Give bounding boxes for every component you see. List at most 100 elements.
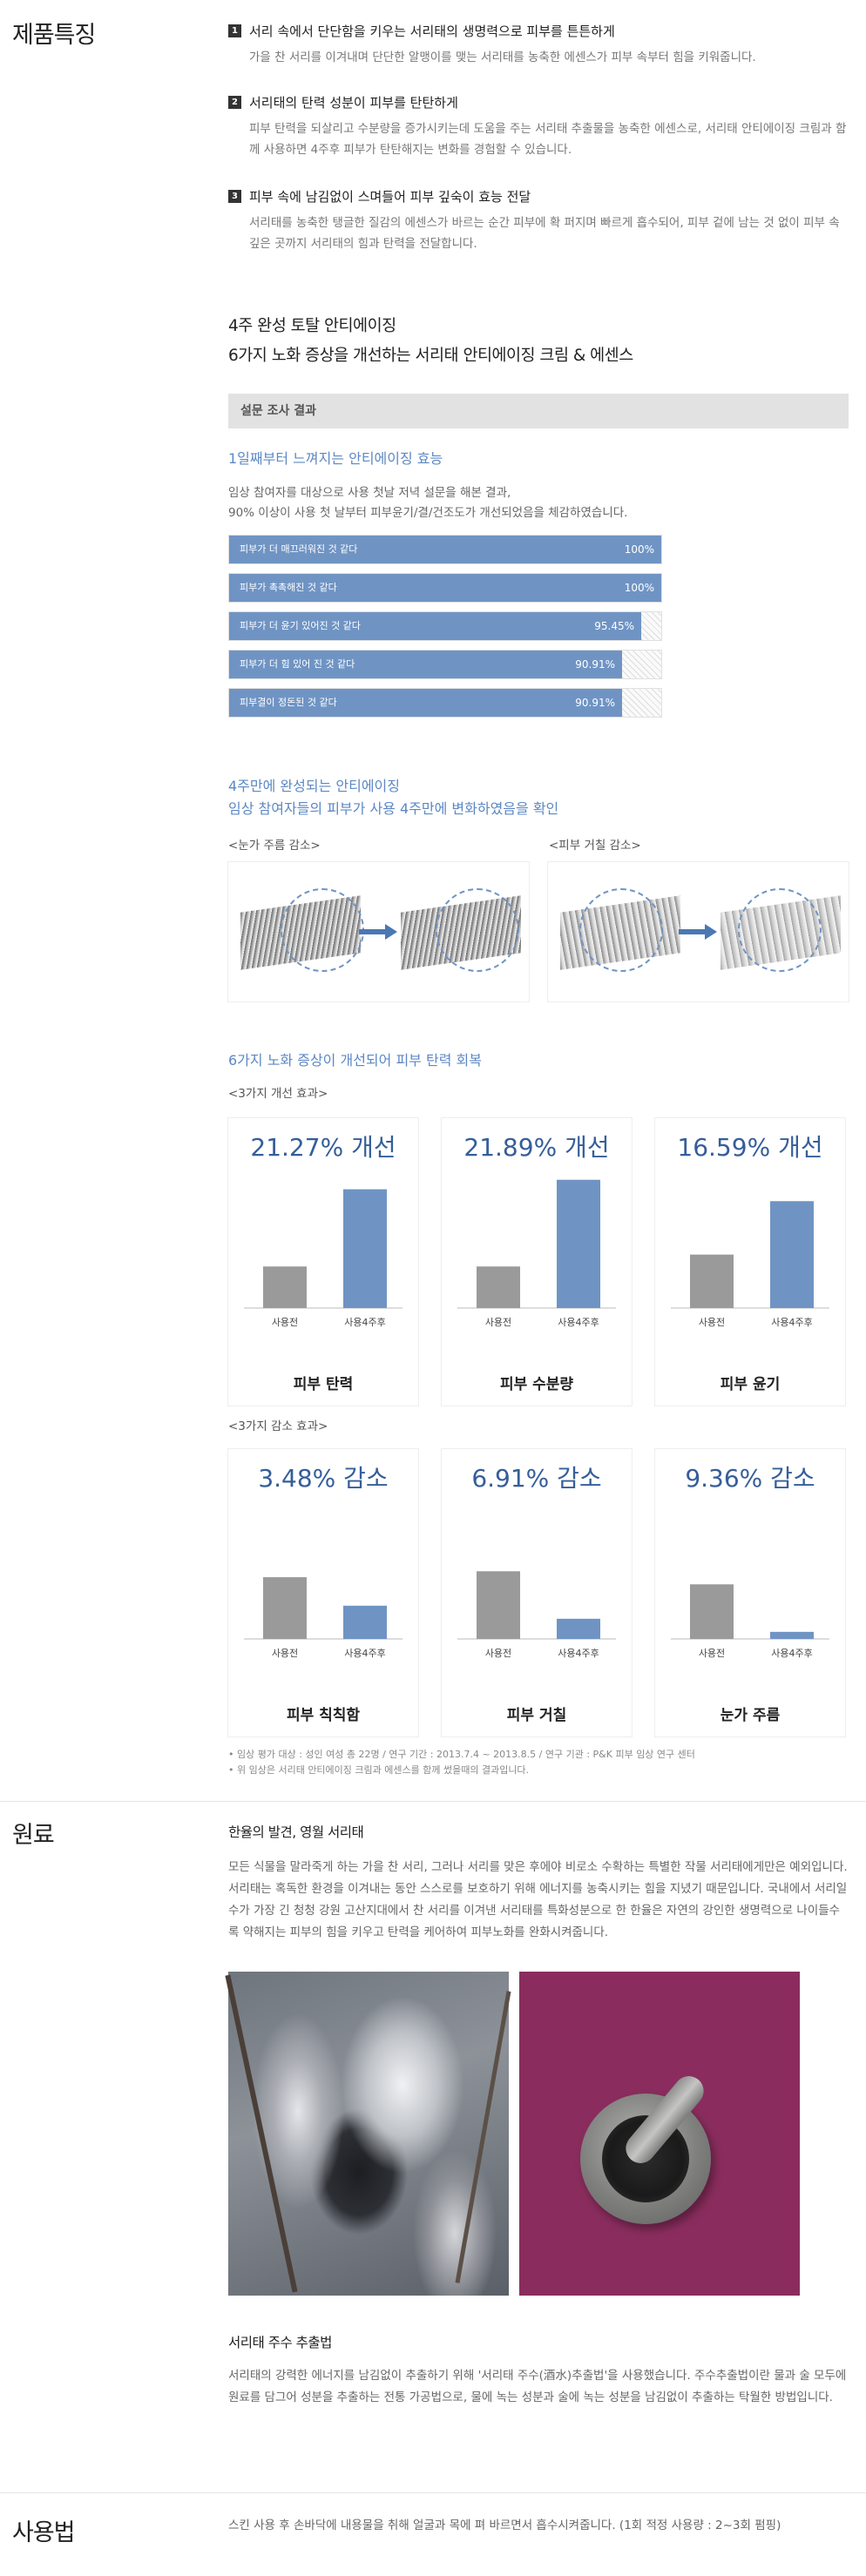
method-desc: 서리태의 강력한 에너지를 남김없이 추출하기 위해 '서리태 주수(酒水)추출… xyxy=(228,2369,847,2404)
feature-title: 서리태의 탄력 성분이 피부를 탄탄하게 xyxy=(249,95,458,111)
feature-item-2: 2 서리태의 탄력 성분이 피부를 탄탄하게 피부 탄력을 되살리고 수분량을 … xyxy=(228,94,849,160)
bar-chart: 사용전 사용4주후 xyxy=(244,1189,403,1328)
mortar-pestle-photo xyxy=(519,1972,800,2296)
feature-item-3: 3 피부 속에 남김없이 스며들어 피부 깊숙이 효능 전달 서리태를 농축한 … xyxy=(228,188,849,254)
headline-line2: 6가지 노화 증상을 개선하는 서리태 안티에이징 크림 & 에센스 xyxy=(228,347,633,365)
bar-before xyxy=(263,1577,307,1639)
feature-desc: 피부 탄력을 되살리고 수분량을 증가시키는데 도움을 주는 서리태 추출물을 … xyxy=(249,122,847,157)
bar-before xyxy=(477,1571,520,1639)
bar-before xyxy=(690,1254,734,1308)
x-tick-label: 사용전 xyxy=(272,1648,298,1659)
chart-title: 6.91% 감소 xyxy=(471,1464,602,1493)
chart-card: 21.27% 개선 사용전 사용4주후 피부 탄력 xyxy=(228,1118,418,1406)
bar-after xyxy=(770,1631,814,1639)
chart-title: 21.27% 개선 xyxy=(250,1133,396,1162)
bar-after xyxy=(343,1605,387,1639)
roughness-photo xyxy=(548,862,849,1001)
study-note-1: • 임상 평가 대상 : 성인 여성 총 22명 / 연구 기간 : 2013.… xyxy=(228,1749,695,1760)
x-tick-label: 사용4주후 xyxy=(344,1317,385,1328)
feature-number: 1 xyxy=(228,24,241,37)
section-title-features: 제품특징 xyxy=(12,22,96,49)
chart-category-name: 피부 수분량 xyxy=(499,1376,574,1393)
chart-card: 6.91% 감소사용전 사용4주후피부 거칠 xyxy=(442,1449,632,1736)
section-title-ingredients: 원료 xyxy=(12,1822,55,1849)
x-tick-label: 사용4주후 xyxy=(771,1648,812,1659)
progress-value: 90.91% xyxy=(575,697,615,709)
focus-circle xyxy=(579,888,663,972)
eye-wrinkle-label: <눈가 주름 감소> xyxy=(228,839,321,853)
improve-group1-label: <3가지 개선 효과> xyxy=(228,1087,328,1101)
x-tick-label: 사용전 xyxy=(272,1317,298,1328)
survey-desc-1: 임상 참여자를 대상으로 사용 첫날 저녁 설문을 해본 결과, xyxy=(228,486,511,500)
feature-desc: 가을 찬 서리를 이겨내며 단단한 알맹이를 맺는 서리태를 농축한 에센스가 … xyxy=(249,51,756,64)
bar-after xyxy=(770,1201,814,1308)
section-divider xyxy=(0,1801,866,1802)
bean-stem xyxy=(455,1991,511,2283)
focus-circle xyxy=(281,888,364,972)
bean-stem xyxy=(225,1974,298,2293)
chart-category-name: 피부 윤기 xyxy=(720,1376,781,1393)
chart-title: 3.48% 감소 xyxy=(258,1464,389,1493)
arrow-right-icon xyxy=(359,924,397,940)
chart-card: 21.89% 개선사용전 사용4주후피부 수분량 xyxy=(442,1118,632,1406)
survey-title: 1일째부터 느껴지는 안티에이징 효능 xyxy=(228,450,443,467)
x-tick-label: 사용전 xyxy=(699,1648,725,1659)
chart-card: 3.48% 감소사용전 사용4주후피부 칙칙함 xyxy=(228,1449,418,1736)
section-title-usage: 사용법 xyxy=(12,2519,76,2546)
bar-chart: 사용전 사용4주후 xyxy=(671,1584,829,1659)
frost-bean-pod-photo xyxy=(225,1972,511,2296)
usage-desc: 스킨 사용 후 손바닥에 내용물을 취해 얼굴과 목에 펴 바르면서 흡수시켜줍… xyxy=(228,2519,781,2532)
headline-line1: 4주 완성 토탈 안티에이징 xyxy=(228,317,396,335)
focus-circle xyxy=(436,888,519,972)
fourweek-title-2: 임상 참여자들의 피부가 사용 4주만에 변화하였음을 확인 xyxy=(228,800,559,817)
x-tick-label: 사용전 xyxy=(699,1317,725,1328)
chart-title: 21.89% 개선 xyxy=(463,1133,610,1162)
section-divider xyxy=(0,2492,866,2493)
chart-title: 9.36% 감소 xyxy=(685,1464,815,1493)
bar-chart: 사용전 사용4주후 xyxy=(457,1571,616,1659)
chart-category-name: 눈가 주름 xyxy=(720,1707,781,1724)
roughness-label: <피부 거칠 감소> xyxy=(549,839,641,853)
bar-after xyxy=(557,1618,600,1639)
x-tick-label: 사용4주후 xyxy=(344,1648,385,1659)
progress-value: 95.45% xyxy=(594,620,634,632)
ingredient-desc: 모든 식물을 말라죽게 하는 가을 찬 서리, 그러나 서리를 맞은 후에야 비… xyxy=(228,1860,848,1939)
chart-card: 16.59% 개선사용전 사용4주후피부 윤기 xyxy=(655,1118,845,1406)
improve-group2-label: <3가지 감소 효과> xyxy=(228,1419,328,1433)
bar-before xyxy=(477,1266,520,1308)
feature-item-1: 1 서리 속에서 단단함을 키우는 서리태의 생명력으로 피부를 튼튼하게 가을… xyxy=(228,23,849,68)
chart-title: 16.59% 개선 xyxy=(677,1133,823,1162)
method-title: 서리태 주수 추출법 xyxy=(228,2335,332,2350)
fourweek-title-1: 4주만에 완성되는 안티에이징 xyxy=(228,778,400,794)
focus-circle xyxy=(738,888,822,972)
bar-chart: 사용전 사용4주후 xyxy=(244,1577,403,1659)
survey-label-bar: 설문 조사 결과 xyxy=(228,394,849,428)
x-tick-label: 사용4주후 xyxy=(771,1317,812,1328)
survey-progress-bar: 피부가 더 힘 있어 진 것 같다 90.91% xyxy=(228,650,662,679)
chart-category-name: 피부 칙칙함 xyxy=(286,1707,361,1724)
bar-chart: 사용전 사용4주후 xyxy=(671,1201,829,1328)
bar-chart: 사용전 사용4주후 xyxy=(457,1179,616,1328)
survey-progress-bar: 피부가 더 윤기 있어진 것 같다 95.45% xyxy=(228,611,662,641)
progress-value: 100% xyxy=(624,582,654,594)
eye-wrinkle-photo xyxy=(228,862,529,1001)
ingredient-title: 한율의 발견, 영월 서리태 xyxy=(228,1824,364,1840)
feature-number: 2 xyxy=(228,96,241,109)
study-note-2: • 위 임상은 서리태 안티에이징 크림과 에센스를 함께 썼을때의 결과입니다… xyxy=(228,1764,530,1776)
survey-desc-2: 90% 이상이 사용 첫 날부터 피부윤기/결/건조도가 개선되었음을 체감하였… xyxy=(228,506,628,520)
survey-progress-bar: 피부결이 정돈된 것 같다 90.91% xyxy=(228,688,662,718)
progress-value: 100% xyxy=(624,543,654,556)
chart-category-name: 피부 거칠 xyxy=(506,1707,567,1724)
survey-progress-bar: 피부가 촉촉해진 것 같다 100% xyxy=(228,573,662,603)
x-tick-label: 사용4주후 xyxy=(558,1648,599,1659)
arrow-right-icon xyxy=(679,924,717,940)
feature-number: 3 xyxy=(228,190,241,203)
survey-progress-bar: 피부가 더 매끄러워진 것 같다 100% xyxy=(228,535,662,564)
feature-title: 서리 속에서 단단함을 키우는 서리태의 생명력으로 피부를 튼튼하게 xyxy=(249,24,615,39)
bar-after xyxy=(557,1179,600,1308)
bar-before xyxy=(263,1266,307,1308)
feature-title: 피부 속에 남김없이 스며들어 피부 깊숙이 효능 전달 xyxy=(249,189,531,205)
feature-desc: 서리태를 농축한 탱글한 질감의 에센스가 바르는 순간 피부에 확 퍼지며 빠… xyxy=(249,216,840,251)
chart-card: 9.36% 감소사용전 사용4주후눈가 주름 xyxy=(655,1449,845,1736)
x-tick-label: 사용전 xyxy=(485,1648,511,1659)
